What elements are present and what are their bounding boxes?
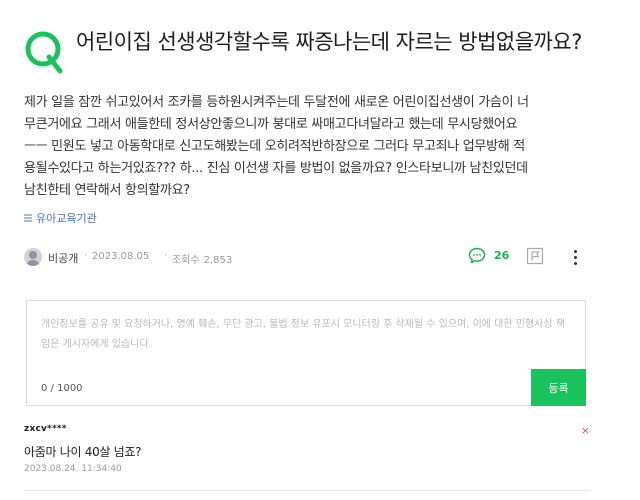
question-body-line: 제가 일을 잠깐 쉬고있어서 조카를 등하원시켜주는데 두달전에 새로온 어린이… — [24, 95, 529, 110]
avatar — [24, 248, 42, 266]
question-body: 제가 일을 잠깐 쉬고있어서 조카를 등하원시켜주는데 두달전에 새로온 어린이… — [24, 92, 614, 202]
comment-bubble-icon — [468, 247, 486, 264]
divider — [24, 490, 590, 491]
reply-text: 아줌마 나이 40살 넘죠? — [24, 445, 142, 459]
reply-username: zxcv**** — [24, 424, 67, 434]
comment-form: 0 / 1000 등록 — [26, 300, 586, 406]
delete-reply-icon[interactable]: × — [581, 424, 590, 437]
question-body-line: 남친한테 연락해서 항의할까요? — [24, 183, 190, 198]
reply-item: zxcv**** 아줌마 나이 40살 넘죠? 2023.08.24. 11:3… — [24, 424, 590, 474]
view-count: 조회수 2,853 — [172, 251, 232, 266]
post-date: 2023.08.05 — [92, 251, 150, 262]
comment-count: 26 — [494, 249, 510, 262]
q-logo-icon — [25, 31, 63, 74]
question-title: 어린이집 선생생각할수록 짜증나는데 자르는 방법없을까요? — [76, 30, 582, 54]
category-label: 유아교육기관 — [36, 212, 97, 225]
report-flag-icon[interactable] — [526, 247, 544, 265]
submit-comment-button[interactable]: 등록 — [531, 369, 586, 406]
author-name: 비공개 — [48, 252, 79, 265]
comment-count-button[interactable]: 26 — [468, 247, 509, 264]
meta-separator: · — [84, 251, 88, 262]
reply-date: 2023.08.24. 11:34:40 — [24, 464, 122, 474]
more-dot — [573, 261, 577, 265]
more-dot — [573, 249, 577, 253]
comment-input[interactable] — [27, 301, 585, 369]
view-count-label: 조회수 — [172, 255, 200, 266]
question-meta: 비공개 · 2023.08.05 · 조회수 2,853 26 — [24, 246, 594, 270]
question-body-line: ㅡㅡ 민원도 넣고 아동학대로 신고도해봤는데 오히려적반하장으로 그러다 무고… — [24, 139, 525, 154]
more-vertical-icon[interactable] — [568, 246, 582, 268]
list-icon — [24, 214, 32, 222]
question-body-line: 용될수있다고 하는거있죠??? 하... 진심 이선생 자를 방법이 없을까요?… — [24, 161, 528, 176]
view-count-value: 2,853 — [203, 255, 233, 266]
char-counter: 0 / 1000 — [41, 383, 83, 394]
more-dot — [573, 255, 577, 259]
category-link[interactable]: 유아교육기관 — [24, 210, 97, 226]
meta-separator: · — [164, 251, 168, 262]
question-body-line: 무큰거에요 그래서 애들한테 정서상안좋으니까 붕대로 싸매고다녀달라고 했는데… — [24, 117, 518, 132]
